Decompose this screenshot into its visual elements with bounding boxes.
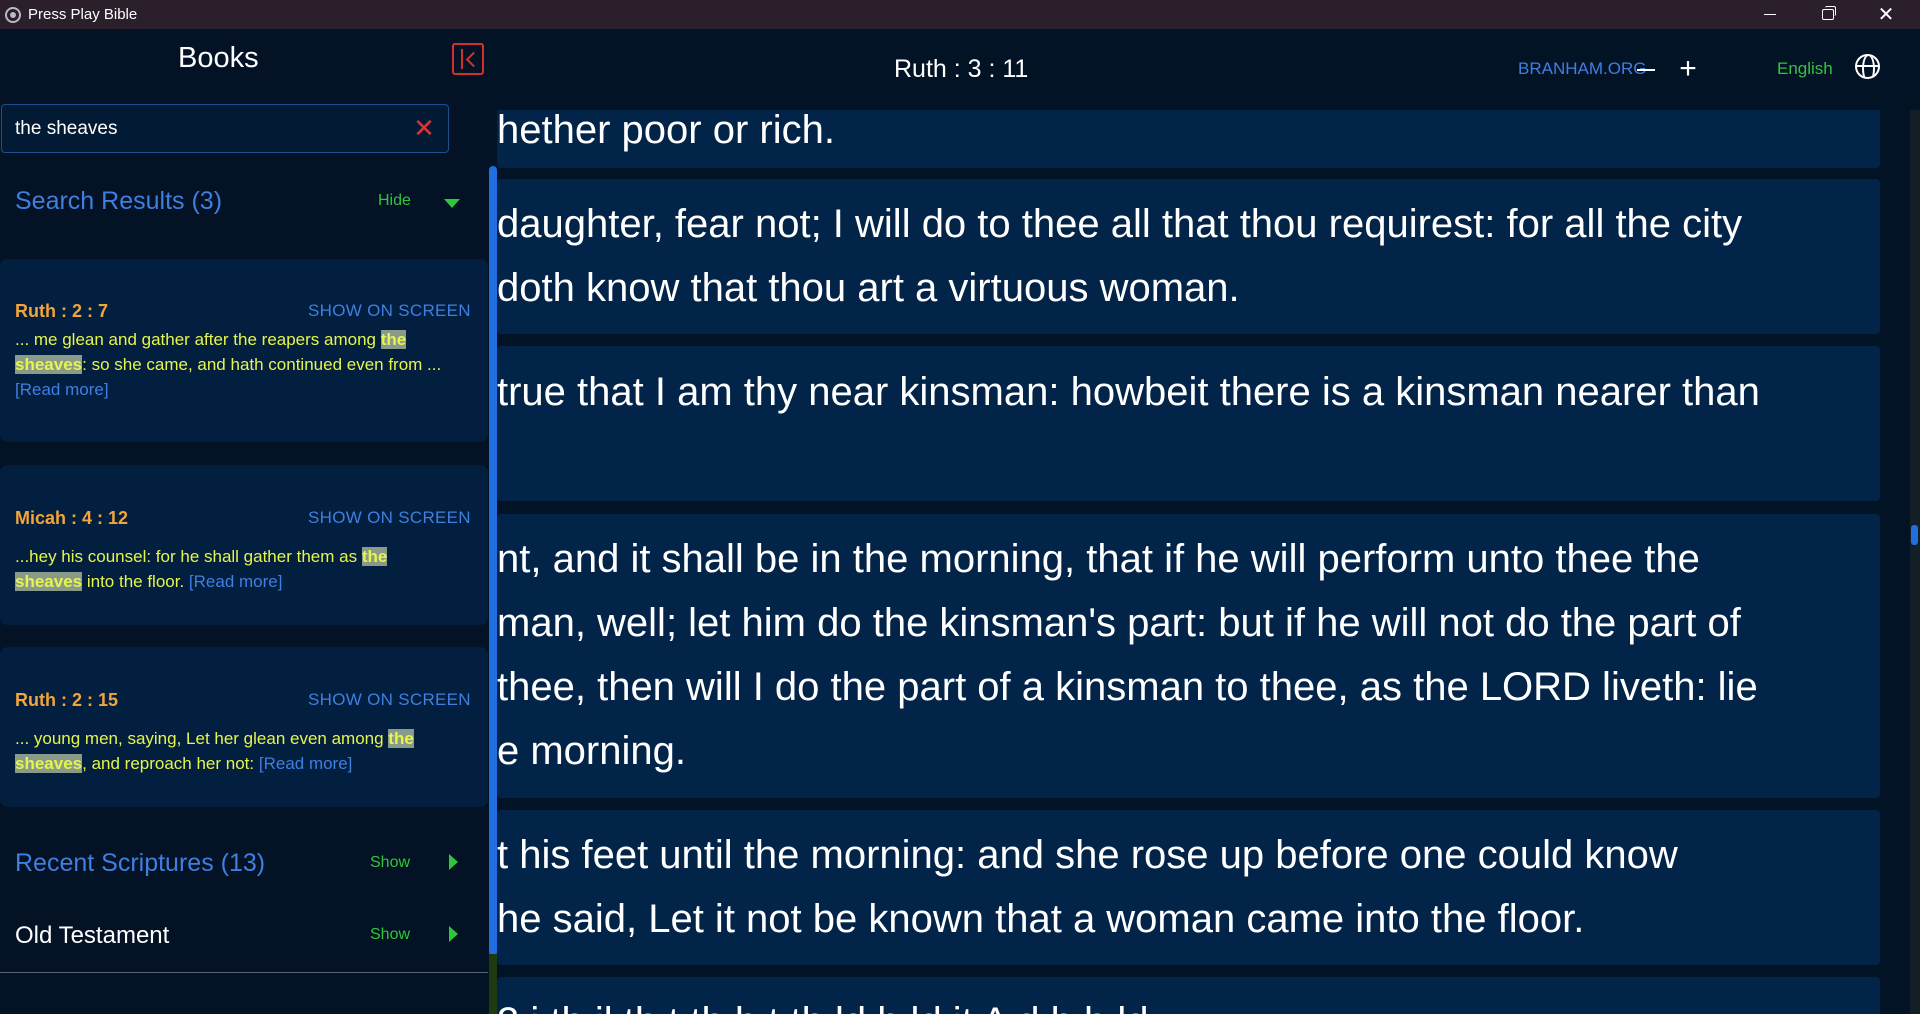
app-logo-icon — [5, 6, 21, 23]
read-more-link[interactable]: [Read more] — [189, 572, 283, 591]
search-result-card: Ruth : 2 : 7 SHOW ON SCREEN ... me glean… — [0, 259, 488, 442]
old-testament-heading[interactable]: Old Testament — [15, 922, 169, 950]
snippet-highlight: the — [388, 729, 414, 748]
verse-text: t his feet until the morning: and she ro… — [497, 833, 1678, 877]
window-title: Press Play Bible — [28, 6, 138, 23]
chevron-down-icon[interactable] — [444, 199, 460, 208]
snippet-highlight: sheaves — [15, 572, 83, 591]
search-box: ✕ — [1, 104, 449, 153]
verse-text: hether poor or rich. — [497, 110, 835, 152]
verse-scroll-track[interactable] — [1910, 110, 1920, 1014]
clear-search-icon[interactable]: ✕ — [412, 115, 436, 141]
snippet-text: , and reproach her not: — [82, 754, 259, 773]
sidebar-scrollbar[interactable] — [489, 166, 497, 956]
verse-scrollbar-thumb[interactable] — [1911, 525, 1918, 545]
verse-text: true that I am thy near kinsman: howbeit… — [497, 370, 1760, 414]
snippet-text: : so she came, and hath continued even f… — [82, 355, 442, 374]
show-on-screen-button[interactable]: SHOW ON SCREEN — [308, 508, 471, 528]
show-on-screen-button[interactable]: SHOW ON SCREEN — [308, 301, 471, 321]
snippet-text: ... young men, saying, Let her glean eve… — [15, 729, 389, 748]
verse-list: hether poor or rich. daughter, fear not;… — [497, 110, 1880, 1014]
recent-scriptures-heading[interactable]: Recent Scriptures (13) — [15, 849, 265, 878]
verse-card[interactable]: true that I am thy near kinsman: howbeit… — [497, 346, 1880, 501]
main-header: Ruth : 3 : 11 BRANHAM.ORG + English — [497, 29, 1920, 110]
search-input[interactable] — [15, 117, 395, 141]
snippet-highlight: the — [380, 330, 407, 349]
collapse-sidebar-button[interactable] — [452, 43, 484, 75]
result-snippet: ... me glean and gather after the reaper… — [15, 327, 470, 402]
zoom-out-icon[interactable] — [1637, 69, 1655, 71]
result-reference[interactable]: Micah : 4 : 12 — [15, 508, 128, 529]
verse-text: he said, Let it not be known that a woma… — [497, 897, 1585, 941]
divider — [0, 972, 488, 973]
chevron-right-icon[interactable] — [449, 854, 458, 870]
verse-text: thee, then will I do the part of a kinsm… — [497, 665, 1758, 709]
hide-results-toggle[interactable]: Hide — [378, 192, 411, 210]
title-bar: Press Play Bible ✕ — [0, 0, 1920, 29]
verse-text: e morning. — [497, 729, 686, 773]
result-reference[interactable]: Ruth : 2 : 15 — [15, 690, 118, 711]
verse-card[interactable]: 3 i th il th t th h t th ld h ld it A d … — [497, 977, 1880, 1014]
minimize-button[interactable] — [1742, 0, 1798, 29]
verse-text: nt, and it shall be in the morning, that… — [497, 537, 1700, 581]
zoom-in-icon[interactable]: + — [1675, 54, 1701, 84]
chevron-right-icon[interactable] — [449, 926, 458, 942]
show-recent-toggle[interactable]: Show — [370, 854, 410, 872]
restore-icon — [1822, 6, 1836, 20]
snippet-text: ... me glean and gather after the reaper… — [15, 330, 381, 349]
show-old-testament-toggle[interactable]: Show — [370, 926, 410, 944]
books-sidebar: Books ✕ Search Results (3) Hide Ruth : 2… — [0, 29, 497, 1014]
globe-icon[interactable] — [1855, 54, 1880, 79]
sidebar-scroll-track — [489, 954, 497, 1014]
result-snippet: ... young men, saying, Let her glean eve… — [15, 726, 470, 776]
search-results-heading: Search Results (3) — [15, 187, 223, 215]
close-icon: ✕ — [1877, 4, 1895, 26]
search-result-card: Micah : 4 : 12 SHOW ON SCREEN ...hey his… — [0, 465, 488, 625]
verse-card[interactable]: hether poor or rich. — [497, 110, 1880, 168]
show-on-screen-button[interactable]: SHOW ON SCREEN — [308, 690, 471, 710]
snippet-highlight: the — [361, 547, 388, 566]
verse-text: doth know that thou art a virtuous woman… — [497, 266, 1240, 310]
language-selector[interactable]: English — [1777, 59, 1833, 79]
minimize-icon — [1764, 14, 1776, 15]
verse-card[interactable]: t his feet until the morning: and she ro… — [497, 810, 1880, 965]
verse-text: man, well; let him do the kinsman's part… — [497, 601, 1741, 645]
sidebar-title: Books — [178, 42, 259, 74]
read-more-link[interactable]: [Read more] — [259, 754, 353, 773]
result-snippet: ...hey his counsel: for he shall gather … — [15, 544, 470, 594]
restore-button[interactable] — [1800, 0, 1856, 29]
snippet-text: into the floor. — [82, 572, 189, 591]
snippet-highlight: sheaves — [15, 355, 83, 374]
verse-card[interactable]: daughter, fear not; I will do to thee al… — [497, 179, 1880, 334]
snippet-highlight: sheaves — [15, 754, 83, 773]
read-more-link[interactable]: [Read more] — [15, 380, 109, 399]
search-result-card: Ruth : 2 : 15 SHOW ON SCREEN ... young m… — [0, 647, 488, 807]
branham-link[interactable]: BRANHAM.ORG — [1518, 59, 1646, 79]
verse-text: 3 i th il th t th h t th ld h ld it A d … — [497, 990, 1867, 1014]
close-window-button[interactable]: ✕ — [1858, 0, 1914, 29]
result-reference[interactable]: Ruth : 2 : 7 — [15, 301, 108, 322]
verse-card[interactable]: nt, and it shall be in the morning, that… — [497, 514, 1880, 798]
verse-text: daughter, fear not; I will do to thee al… — [497, 202, 1743, 246]
snippet-text: ...hey his counsel: for he shall gather … — [15, 547, 362, 566]
current-verse-reference: Ruth : 3 : 11 — [894, 55, 1029, 83]
